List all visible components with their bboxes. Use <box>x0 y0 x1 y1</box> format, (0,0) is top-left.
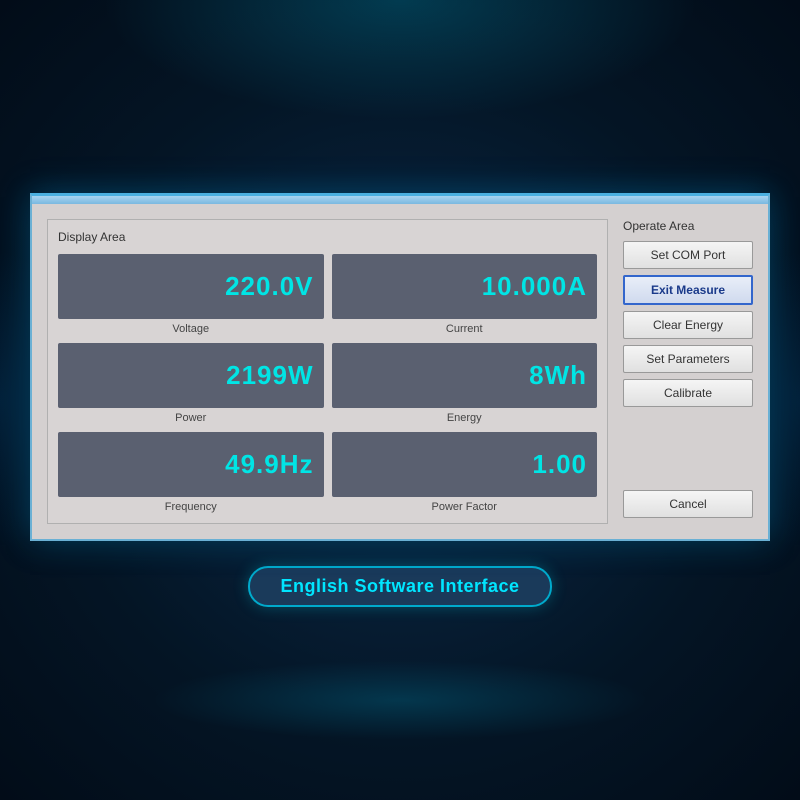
bg-glow-top <box>100 0 700 120</box>
power-factor-cell: 1.00 Power Factor <box>332 432 598 513</box>
voltage-label: Voltage <box>172 323 209 335</box>
current-label: Current <box>446 323 483 335</box>
current-cell: 10.000A Current <box>332 254 598 335</box>
energy-display: 8Wh <box>332 343 598 408</box>
power-factor-value: 1.00 <box>532 449 587 480</box>
calibrate-button[interactable]: Calibrate <box>623 379 753 407</box>
voltage-value: 220.0V <box>225 271 313 302</box>
power-factor-display: 1.00 <box>332 432 598 497</box>
voltage-display: 220.0V <box>58 254 324 319</box>
power-factor-label: Power Factor <box>432 501 497 513</box>
operate-area-title: Operate Area <box>623 219 753 233</box>
window-content: Display Area 220.0V Voltage 10.000A Curr… <box>32 204 768 539</box>
voltage-cell: 220.0V Voltage <box>58 254 324 335</box>
exit-measure-button[interactable]: Exit Measure <box>623 275 753 305</box>
power-value: 2199W <box>226 360 313 391</box>
bottom-label: English Software Interface <box>248 566 551 607</box>
frequency-value: 49.9Hz <box>225 449 313 480</box>
dialog-window: Display Area 220.0V Voltage 10.000A Curr… <box>30 193 770 541</box>
title-bar <box>32 196 768 204</box>
energy-label: Energy <box>447 412 482 424</box>
display-area: Display Area 220.0V Voltage 10.000A Curr… <box>47 219 608 524</box>
power-label: Power <box>175 412 206 424</box>
frequency-display: 49.9Hz <box>58 432 324 497</box>
frequency-cell: 49.9Hz Frequency <box>58 432 324 513</box>
frequency-label: Frequency <box>165 501 217 513</box>
meters-grid: 220.0V Voltage 10.000A Current 2199W <box>58 254 597 513</box>
clear-energy-button[interactable]: Clear Energy <box>623 311 753 339</box>
set-parameters-button[interactable]: Set Parameters <box>623 345 753 373</box>
power-cell: 2199W Power <box>58 343 324 424</box>
current-value: 10.000A <box>482 271 587 302</box>
energy-cell: 8Wh Energy <box>332 343 598 424</box>
cancel-button[interactable]: Cancel <box>623 490 753 518</box>
set-com-port-button[interactable]: Set COM Port <box>623 241 753 269</box>
current-display: 10.000A <box>332 254 598 319</box>
operate-area: Operate Area Set COM Port Exit Measure C… <box>623 219 753 524</box>
button-spacer <box>623 413 753 490</box>
power-display: 2199W <box>58 343 324 408</box>
display-area-title: Display Area <box>58 230 597 244</box>
bg-glow-bottom <box>150 660 650 740</box>
energy-value: 8Wh <box>529 360 587 391</box>
